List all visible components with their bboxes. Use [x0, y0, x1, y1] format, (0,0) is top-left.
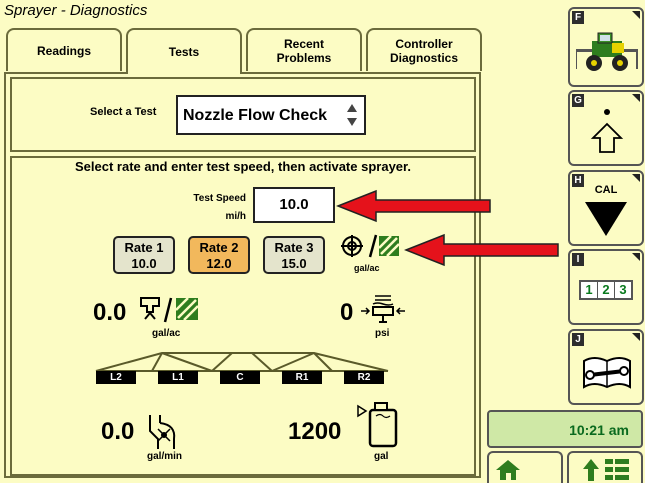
tab-tests[interactable]: Tests — [126, 28, 242, 74]
softkey-letter: F — [572, 11, 584, 24]
rate-2-button[interactable]: Rate 2 12.0 — [188, 236, 250, 274]
rate-value: 10.0 — [131, 256, 157, 271]
shift-up-icon — [590, 109, 624, 153]
target-rate-icon — [341, 234, 400, 258]
tab-controller-diagnostics[interactable]: Controller Diagnostics — [366, 28, 482, 71]
boom-section-c: C — [220, 371, 260, 384]
rate-value: 12.0 — [206, 256, 232, 271]
cal-label: CAL — [594, 184, 618, 196]
instruction-text: Select rate and enter test speed, then a… — [75, 159, 411, 174]
menu-button[interactable] — [567, 451, 643, 483]
service-manual-icon — [583, 357, 631, 389]
softkey-j-service[interactable]: J — [568, 329, 644, 405]
clock-panel: 10:21 am — [487, 410, 643, 448]
home-icon — [496, 460, 520, 480]
corner-marker-icon — [632, 94, 640, 102]
rate-name: Rate 1 — [124, 240, 164, 255]
target-rate-unit: gal/ac — [354, 263, 380, 273]
layout-digit: 2 — [598, 282, 615, 298]
test-speed-input[interactable]: 10.0 — [253, 187, 335, 223]
tank-level-icon — [357, 402, 398, 448]
tank-value: 1200 — [288, 418, 342, 445]
test-speed-label-text: Test Speed — [193, 193, 246, 204]
layout-digit: 3 — [619, 282, 627, 297]
flow-value: 0.0 — [101, 418, 135, 445]
corner-marker-icon — [632, 174, 640, 182]
flow-unit: gal/min — [147, 451, 183, 462]
rate-1-button[interactable]: Rate 1 10.0 — [113, 236, 175, 274]
pressure-value: 0 — [340, 299, 354, 326]
softkey-letter: J — [572, 333, 584, 346]
softkey-i-layout[interactable]: I 1 2 3 — [568, 249, 644, 325]
layout-digit: 1 — [581, 282, 598, 298]
select-test-label: Select a Test — [90, 106, 157, 118]
rate-3-button[interactable]: Rate 3 15.0 — [263, 236, 325, 274]
test-speed-label: Test Speed mi/h — [150, 190, 246, 226]
sprayer-machine-icon — [576, 32, 638, 71]
boom-section-r1: R1 — [282, 371, 322, 384]
rate-value: 15.0 — [281, 256, 307, 271]
menu-list-icon — [583, 459, 629, 481]
test-speed-unit: mi/h — [225, 211, 246, 222]
page-title: Sprayer - Diagnostics — [4, 2, 148, 19]
pressure-unit: psi — [375, 328, 390, 339]
corner-marker-icon — [632, 11, 640, 19]
pointer-arrow-icon — [336, 189, 491, 223]
tank-unit: gal — [374, 451, 389, 462]
calibration-down-icon — [585, 202, 627, 236]
tab-recent-problems[interactable]: Recent Problems — [246, 28, 362, 71]
tab-label: Recent Problems — [276, 36, 332, 65]
clock-time: 10:21 am — [569, 422, 629, 438]
applied-rate-unit: gal/ac — [152, 328, 181, 339]
corner-marker-icon — [632, 253, 640, 261]
test-select-value: Nozzle Flow Check — [183, 107, 328, 124]
home-button[interactable] — [487, 451, 563, 483]
corner-marker-icon — [632, 333, 640, 341]
softkey-f-machine[interactable]: F — [568, 7, 644, 87]
boom-diagram — [95, 352, 389, 372]
test-select-dropdown[interactable]: Nozzle Flow Check — [176, 95, 366, 135]
softkey-h-calibration[interactable]: H CAL — [568, 170, 644, 246]
nozzle-pressure-icon — [361, 295, 405, 323]
applied-rate-value: 0.0 — [93, 299, 127, 326]
tab-readings[interactable]: Readings — [6, 28, 122, 71]
rate-name: Rate 3 — [274, 240, 314, 255]
softkey-g-shift[interactable]: G — [568, 90, 644, 166]
tab-label: Readings — [36, 43, 91, 58]
up-down-spinner-icon — [347, 104, 357, 126]
boom-section-l2: L2 — [96, 371, 136, 384]
softkey-letter: G — [572, 94, 584, 107]
pointer-arrow-icon — [404, 233, 559, 267]
boom-section-l1: L1 — [158, 371, 198, 384]
boom-section-r2: R2 — [344, 371, 384, 384]
tab-label: Controller Diagnostics — [389, 36, 458, 65]
layout-123-icon: 1 2 3 — [579, 280, 633, 300]
softkey-letter: I — [572, 253, 584, 266]
tab-label: Tests — [168, 45, 200, 59]
flow-meter-icon — [149, 415, 176, 449]
rate-name: Rate 2 — [199, 240, 239, 255]
applied-rate-icon — [140, 297, 199, 323]
